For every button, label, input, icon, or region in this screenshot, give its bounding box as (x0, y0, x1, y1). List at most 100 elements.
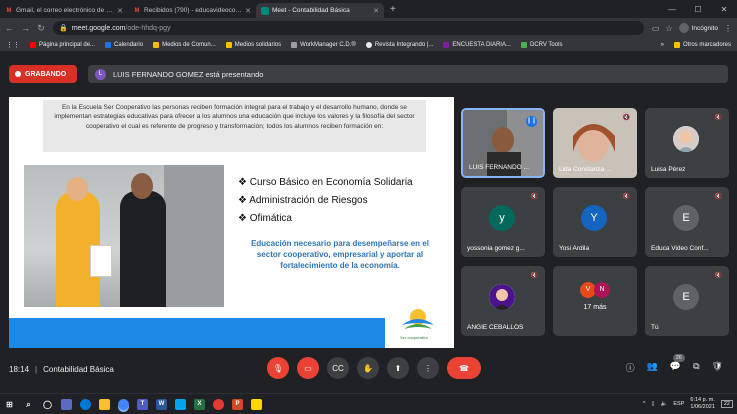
participant-tile[interactable]: Y 🔇 Yosi Ardila (553, 187, 637, 257)
language-indicator[interactable]: ESP (673, 401, 684, 407)
meeting-name: Contabilidad Básica (43, 365, 114, 374)
participant-tile[interactable]: 🔇 Luisa Pérez (645, 108, 729, 178)
participant-tile[interactable]: y 🔇 yossonia gomez g... (461, 187, 545, 257)
chrome-icon[interactable] (118, 398, 129, 410)
leave-call-button[interactable]: ☎ (447, 357, 481, 379)
back-icon[interactable]: ← (5, 23, 14, 33)
chevron-up-icon[interactable]: ^ (643, 401, 646, 407)
bookmarks-overflow[interactable]: » (661, 42, 664, 48)
incognito-icon (678, 23, 689, 33)
mic-off-icon: 🔇 (714, 194, 723, 200)
taskbar-app-icon[interactable] (175, 398, 186, 410)
tab-title: Gmail, el correo electrónico de G... (16, 7, 115, 14)
teams-icon[interactable]: T (137, 398, 148, 410)
reload-icon[interactable]: ↻ (37, 23, 45, 34)
participant-count-badge: 26 (672, 354, 685, 362)
shield-icon[interactable]: 🛡 (712, 361, 723, 374)
activities-icon[interactable]: ⧉ (693, 361, 699, 374)
tools-icon (520, 41, 527, 48)
info-icon[interactable]: ⓘ (626, 361, 635, 374)
notifications-icon[interactable]: 22 (720, 400, 733, 408)
bookmark-item[interactable]: Medios solidarios (225, 41, 281, 48)
close-window-icon[interactable]: ✕ (711, 5, 737, 14)
meeting-details: 18:14 | Contabilidad Básica (9, 365, 114, 374)
clock[interactable]: 6:14 p. m. 1/06/2021 (690, 397, 714, 410)
profile-button[interactable]: Incógnito (678, 23, 718, 33)
meet-top-bar: GRABANDO L LUIS FERNANDO GOMEZ está pres… (0, 52, 737, 96)
bookmark-item[interactable]: Página principal de... (30, 41, 95, 48)
participant-tile[interactable]: E 🔇 Educa Video Conf... (645, 187, 729, 257)
apps-icon[interactable]: ⋮⋮ (6, 41, 20, 49)
participant-tile[interactable]: 🔇 ANGIE CEBALLOS (461, 266, 545, 336)
close-icon[interactable]: ✕ (245, 7, 251, 15)
bookmark-item[interactable]: Revista Integrando |... (365, 41, 433, 48)
captions-button[interactable]: CC (327, 357, 349, 379)
file-explorer-icon[interactable] (99, 398, 110, 410)
meet-controls-bar: 18:14 | Contabilidad Básica 🎙 ▭ CC ✋ ⬆ ⋮… (0, 353, 737, 387)
present-icon: ⬆ (394, 363, 402, 373)
minimize-icon[interactable]: — (659, 5, 685, 14)
network-icon[interactable]: ▯ (652, 401, 655, 407)
bookmark-item[interactable]: Calendario (105, 41, 143, 48)
task-view-icon[interactable]: ◯ (42, 399, 53, 410)
other-bookmarks[interactable]: Otros marcadores (673, 41, 731, 48)
bookmarks-bar: ⋮⋮ Página principal de... Calendario Med… (0, 38, 737, 52)
camera-icon[interactable]: ▭ (652, 24, 660, 33)
new-tab-button[interactable]: + (384, 3, 402, 18)
close-icon[interactable]: ✕ (117, 7, 123, 15)
browser-tab-strip: M Gmail, el correo electrónico de G... ✕… (0, 0, 737, 18)
lock-icon: 🔒 (59, 25, 68, 32)
presenting-banner: L LUIS FERNANDO GOMEZ está presentando (88, 65, 728, 83)
more-options-button[interactable]: ⋮ (417, 357, 439, 379)
bookmark-item[interactable]: Medios de Comun... (153, 41, 216, 48)
self-tile[interactable]: E 🔇 Tú (645, 266, 729, 336)
volume-icon[interactable]: 🔈 (661, 401, 668, 407)
tab-inbox[interactable]: M Recibidos (790) - educavideocor... ✕ (128, 3, 256, 18)
form-icon (443, 41, 450, 48)
avatar: Y (581, 205, 607, 231)
mic-off-icon: 🔇 (530, 194, 539, 200)
close-icon[interactable]: ✕ (373, 7, 379, 15)
present-button[interactable]: ⬆ (387, 357, 409, 379)
mic-off-icon: 🔇 (714, 115, 723, 121)
sticky-notes-icon[interactable] (251, 398, 262, 410)
slide-photo (24, 165, 224, 307)
maximize-icon[interactable]: ☐ (685, 5, 711, 14)
excel-icon[interactable]: X (194, 398, 205, 410)
url-field[interactable]: 🔒 meet.google.com/ode-hhdq-pgy (53, 21, 644, 35)
taskbar-app-icon[interactable] (213, 398, 224, 410)
gmail-icon: M (6, 7, 12, 14)
chat-icon[interactable]: 💬 (670, 361, 681, 374)
tab-gmail[interactable]: M Gmail, el correo electrónico de G... ✕ (0, 3, 128, 18)
meeting-time: 18:14 (9, 365, 30, 374)
window-controls: — ☐ ✕ (659, 0, 737, 18)
raise-hand-button[interactable]: ✋ (357, 357, 379, 379)
system-tray: ^ ▯ 🔈 ESP 6:14 p. m. 1/06/2021 22 (643, 397, 733, 410)
camera-toggle-button[interactable]: ▭ (297, 357, 319, 379)
participant-tile[interactable]: ❙❙ LUIS FERNANDO ... (461, 108, 545, 178)
menu-icon[interactable]: ⋮ (724, 24, 732, 33)
bullet-item: ❖ Ofimática (238, 213, 292, 224)
more-participants-tile[interactable]: V N 17 más (553, 266, 637, 336)
taskbar-app-icon[interactable] (61, 398, 72, 410)
mic-toggle-button[interactable]: 🎙 (267, 357, 289, 379)
avatar (489, 284, 515, 310)
people-button[interactable]: 👥 26 (647, 354, 685, 374)
edge-icon[interactable] (80, 398, 91, 410)
bookmark-item[interactable]: WorkManager C.D.® (291, 41, 356, 48)
windows-start-icon[interactable]: ⊞ (4, 399, 15, 410)
tab-meet[interactable]: Meet - Contabilidad Básica ✕ (256, 3, 384, 18)
forward-icon[interactable]: → (21, 23, 30, 33)
bookmark-item[interactable]: ENCUESTA DIARIA... (443, 41, 511, 48)
bookmark-item[interactable]: DCRV Tools (520, 41, 562, 48)
windows-taskbar: ⊞ ⌕ ◯ T W X P ^ ▯ 🔈 ESP 6:14 p. m. 1/06/… (0, 393, 737, 414)
powerpoint-icon[interactable]: P (232, 398, 243, 410)
word-icon[interactable]: W (156, 398, 167, 410)
search-icon[interactable]: ⌕ (23, 399, 34, 410)
avatar: y (489, 205, 515, 231)
star-icon[interactable]: ☆ (665, 24, 672, 33)
ser-cooperativo-logo: Ser cooperativo (398, 307, 438, 345)
recording-badge[interactable]: GRABANDO (9, 65, 77, 83)
participant-tile[interactable]: 🔇 Lida Constanza ... (553, 108, 637, 178)
mic-off-icon: 🎙 (272, 363, 284, 373)
